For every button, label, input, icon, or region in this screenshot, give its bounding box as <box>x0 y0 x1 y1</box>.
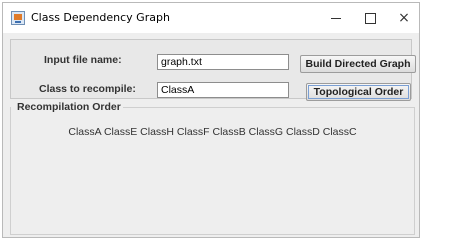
maximize-icon <box>364 12 376 24</box>
input-panel: Input file name: graph.txt Build Directe… <box>10 39 416 101</box>
topological-order-button[interactable]: Topological Order <box>306 83 411 101</box>
order-panel-border-right <box>122 107 414 108</box>
input-file-label: Input file name: <box>44 54 122 66</box>
title-bar[interactable]: Class Dependency Graph × <box>3 3 419 33</box>
recompilation-order-text: ClassA ClassE ClassH ClassF ClassB Class… <box>68 126 357 138</box>
build-graph-button[interactable]: Build Directed Graph <box>300 55 416 73</box>
recompilation-order-panel: Recompilation Order ClassA ClassE ClassH… <box>10 101 415 235</box>
maximize-button[interactable] <box>353 3 387 33</box>
recompilation-order-title: Recompilation Order <box>15 101 123 113</box>
app-window: Class Dependency Graph × Input file name… <box>2 2 420 238</box>
close-button[interactable]: × <box>387 3 421 33</box>
minimize-button[interactable] <box>319 3 353 33</box>
input-file-field[interactable]: graph.txt <box>157 54 289 70</box>
class-field[interactable]: ClassA <box>157 82 289 98</box>
close-icon: × <box>398 10 410 26</box>
window-title: Class Dependency Graph <box>31 11 170 24</box>
class-label: Class to recompile: <box>39 83 136 95</box>
minimize-icon <box>331 17 341 19</box>
java-app-icon <box>11 11 25 25</box>
